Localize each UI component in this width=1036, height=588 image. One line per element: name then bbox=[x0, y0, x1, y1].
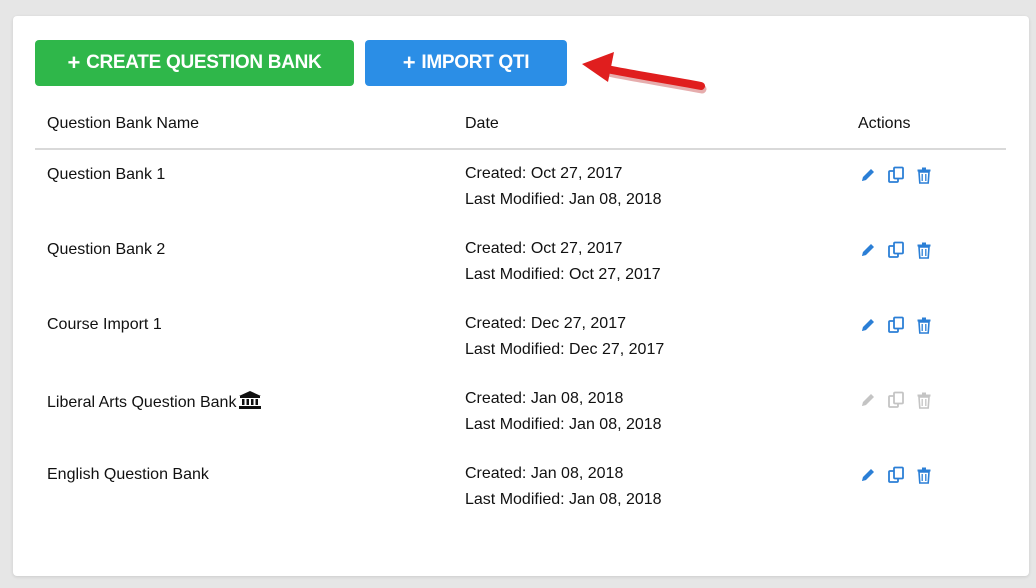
pencil-icon bbox=[858, 390, 878, 410]
date-cell: Created: Jan 08, 2018 Last Modified: Jan… bbox=[465, 386, 662, 438]
date-cell: Created: Jan 08, 2018 Last Modified: Jan… bbox=[465, 461, 662, 513]
trash-icon[interactable] bbox=[914, 465, 934, 485]
created-date: Created: Oct 27, 2017 bbox=[465, 165, 623, 182]
last-modified-date: Last Modified: Jan 08, 2018 bbox=[465, 191, 662, 208]
table-row: Question Bank 1 Created: Oct 27, 2017 La… bbox=[13, 165, 1029, 241]
question-bank-name[interactable]: English Question Bank bbox=[47, 466, 209, 484]
question-bank-name-text: Liberal Arts Question Bank bbox=[47, 394, 237, 411]
plus-icon: + bbox=[67, 50, 81, 75]
question-bank-name-text: Course Import 1 bbox=[47, 316, 162, 333]
created-date: Created: Jan 08, 2018 bbox=[465, 465, 624, 482]
date-cell: Created: Dec 27, 2017 Last Modified: Dec… bbox=[465, 311, 664, 363]
question-bank-name-text: Question Bank 2 bbox=[47, 241, 166, 258]
table-row: Course Import 1 Created: Dec 27, 2017 La… bbox=[13, 315, 1029, 391]
pencil-icon[interactable] bbox=[858, 240, 878, 260]
created-date: Created: Oct 27, 2017 bbox=[465, 240, 623, 257]
import-qti-label: IMPORT QTI bbox=[421, 52, 530, 73]
table-row: Liberal Arts Question Bank Created: Jan … bbox=[13, 390, 1029, 466]
pencil-icon[interactable] bbox=[858, 465, 878, 485]
row-actions bbox=[858, 165, 934, 185]
last-modified-date: Last Modified: Oct 27, 2017 bbox=[465, 266, 661, 283]
created-date: Created: Jan 08, 2018 bbox=[465, 390, 624, 407]
created-date: Created: Dec 27, 2017 bbox=[465, 315, 626, 332]
copy-icon[interactable] bbox=[886, 240, 906, 260]
last-modified-date: Last Modified: Dec 27, 2017 bbox=[465, 341, 665, 358]
column-header-name: Question Bank Name bbox=[47, 115, 200, 132]
row-actions bbox=[858, 315, 934, 335]
trash-icon[interactable] bbox=[914, 240, 934, 260]
trash-icon[interactable] bbox=[914, 165, 934, 185]
date-cell: Created: Oct 27, 2017 Last Modified: Jan… bbox=[465, 161, 662, 213]
trash-icon bbox=[914, 390, 934, 410]
institution-icon bbox=[239, 391, 262, 414]
row-actions bbox=[858, 390, 934, 410]
create-question-bank-label: CREATE QUESTION BANK bbox=[86, 52, 322, 73]
plus-icon: + bbox=[402, 50, 416, 75]
create-question-bank-button[interactable]: + CREATE QUESTION BANK bbox=[35, 40, 354, 86]
copy-icon[interactable] bbox=[886, 315, 906, 335]
question-bank-name[interactable]: Question Bank 2 bbox=[47, 241, 165, 259]
question-bank-name[interactable]: Liberal Arts Question Bank bbox=[47, 391, 262, 414]
row-actions bbox=[858, 240, 934, 260]
header-divider bbox=[35, 148, 1006, 150]
date-cell: Created: Oct 27, 2017 Last Modified: Oct… bbox=[465, 236, 661, 288]
last-modified-date: Last Modified: Jan 08, 2018 bbox=[465, 491, 662, 508]
question-bank-name[interactable]: Question Bank 1 bbox=[47, 166, 165, 184]
import-qti-button[interactable]: + IMPORT QTI bbox=[365, 40, 567, 86]
column-header-actions: Actions bbox=[858, 115, 911, 132]
trash-icon[interactable] bbox=[914, 315, 934, 335]
red-arrow-annotation bbox=[582, 52, 707, 94]
copy-icon[interactable] bbox=[886, 165, 906, 185]
question-bank-name-text: English Question Bank bbox=[47, 466, 209, 483]
table-row: English Question Bank Created: Jan 08, 2… bbox=[13, 465, 1029, 541]
copy-icon[interactable] bbox=[886, 465, 906, 485]
pencil-icon[interactable] bbox=[858, 315, 878, 335]
last-modified-date: Last Modified: Jan 08, 2018 bbox=[465, 416, 662, 433]
table-row: Question Bank 2 Created: Oct 27, 2017 La… bbox=[13, 240, 1029, 316]
question-bank-name[interactable]: Course Import 1 bbox=[47, 316, 162, 334]
question-bank-card: + CREATE QUESTION BANK + IMPORT QTI Ques… bbox=[13, 16, 1029, 576]
question-bank-name-text: Question Bank 1 bbox=[47, 166, 166, 183]
column-header-date: Date bbox=[465, 115, 499, 132]
pencil-icon[interactable] bbox=[858, 165, 878, 185]
copy-icon bbox=[886, 390, 906, 410]
row-actions bbox=[858, 465, 934, 485]
